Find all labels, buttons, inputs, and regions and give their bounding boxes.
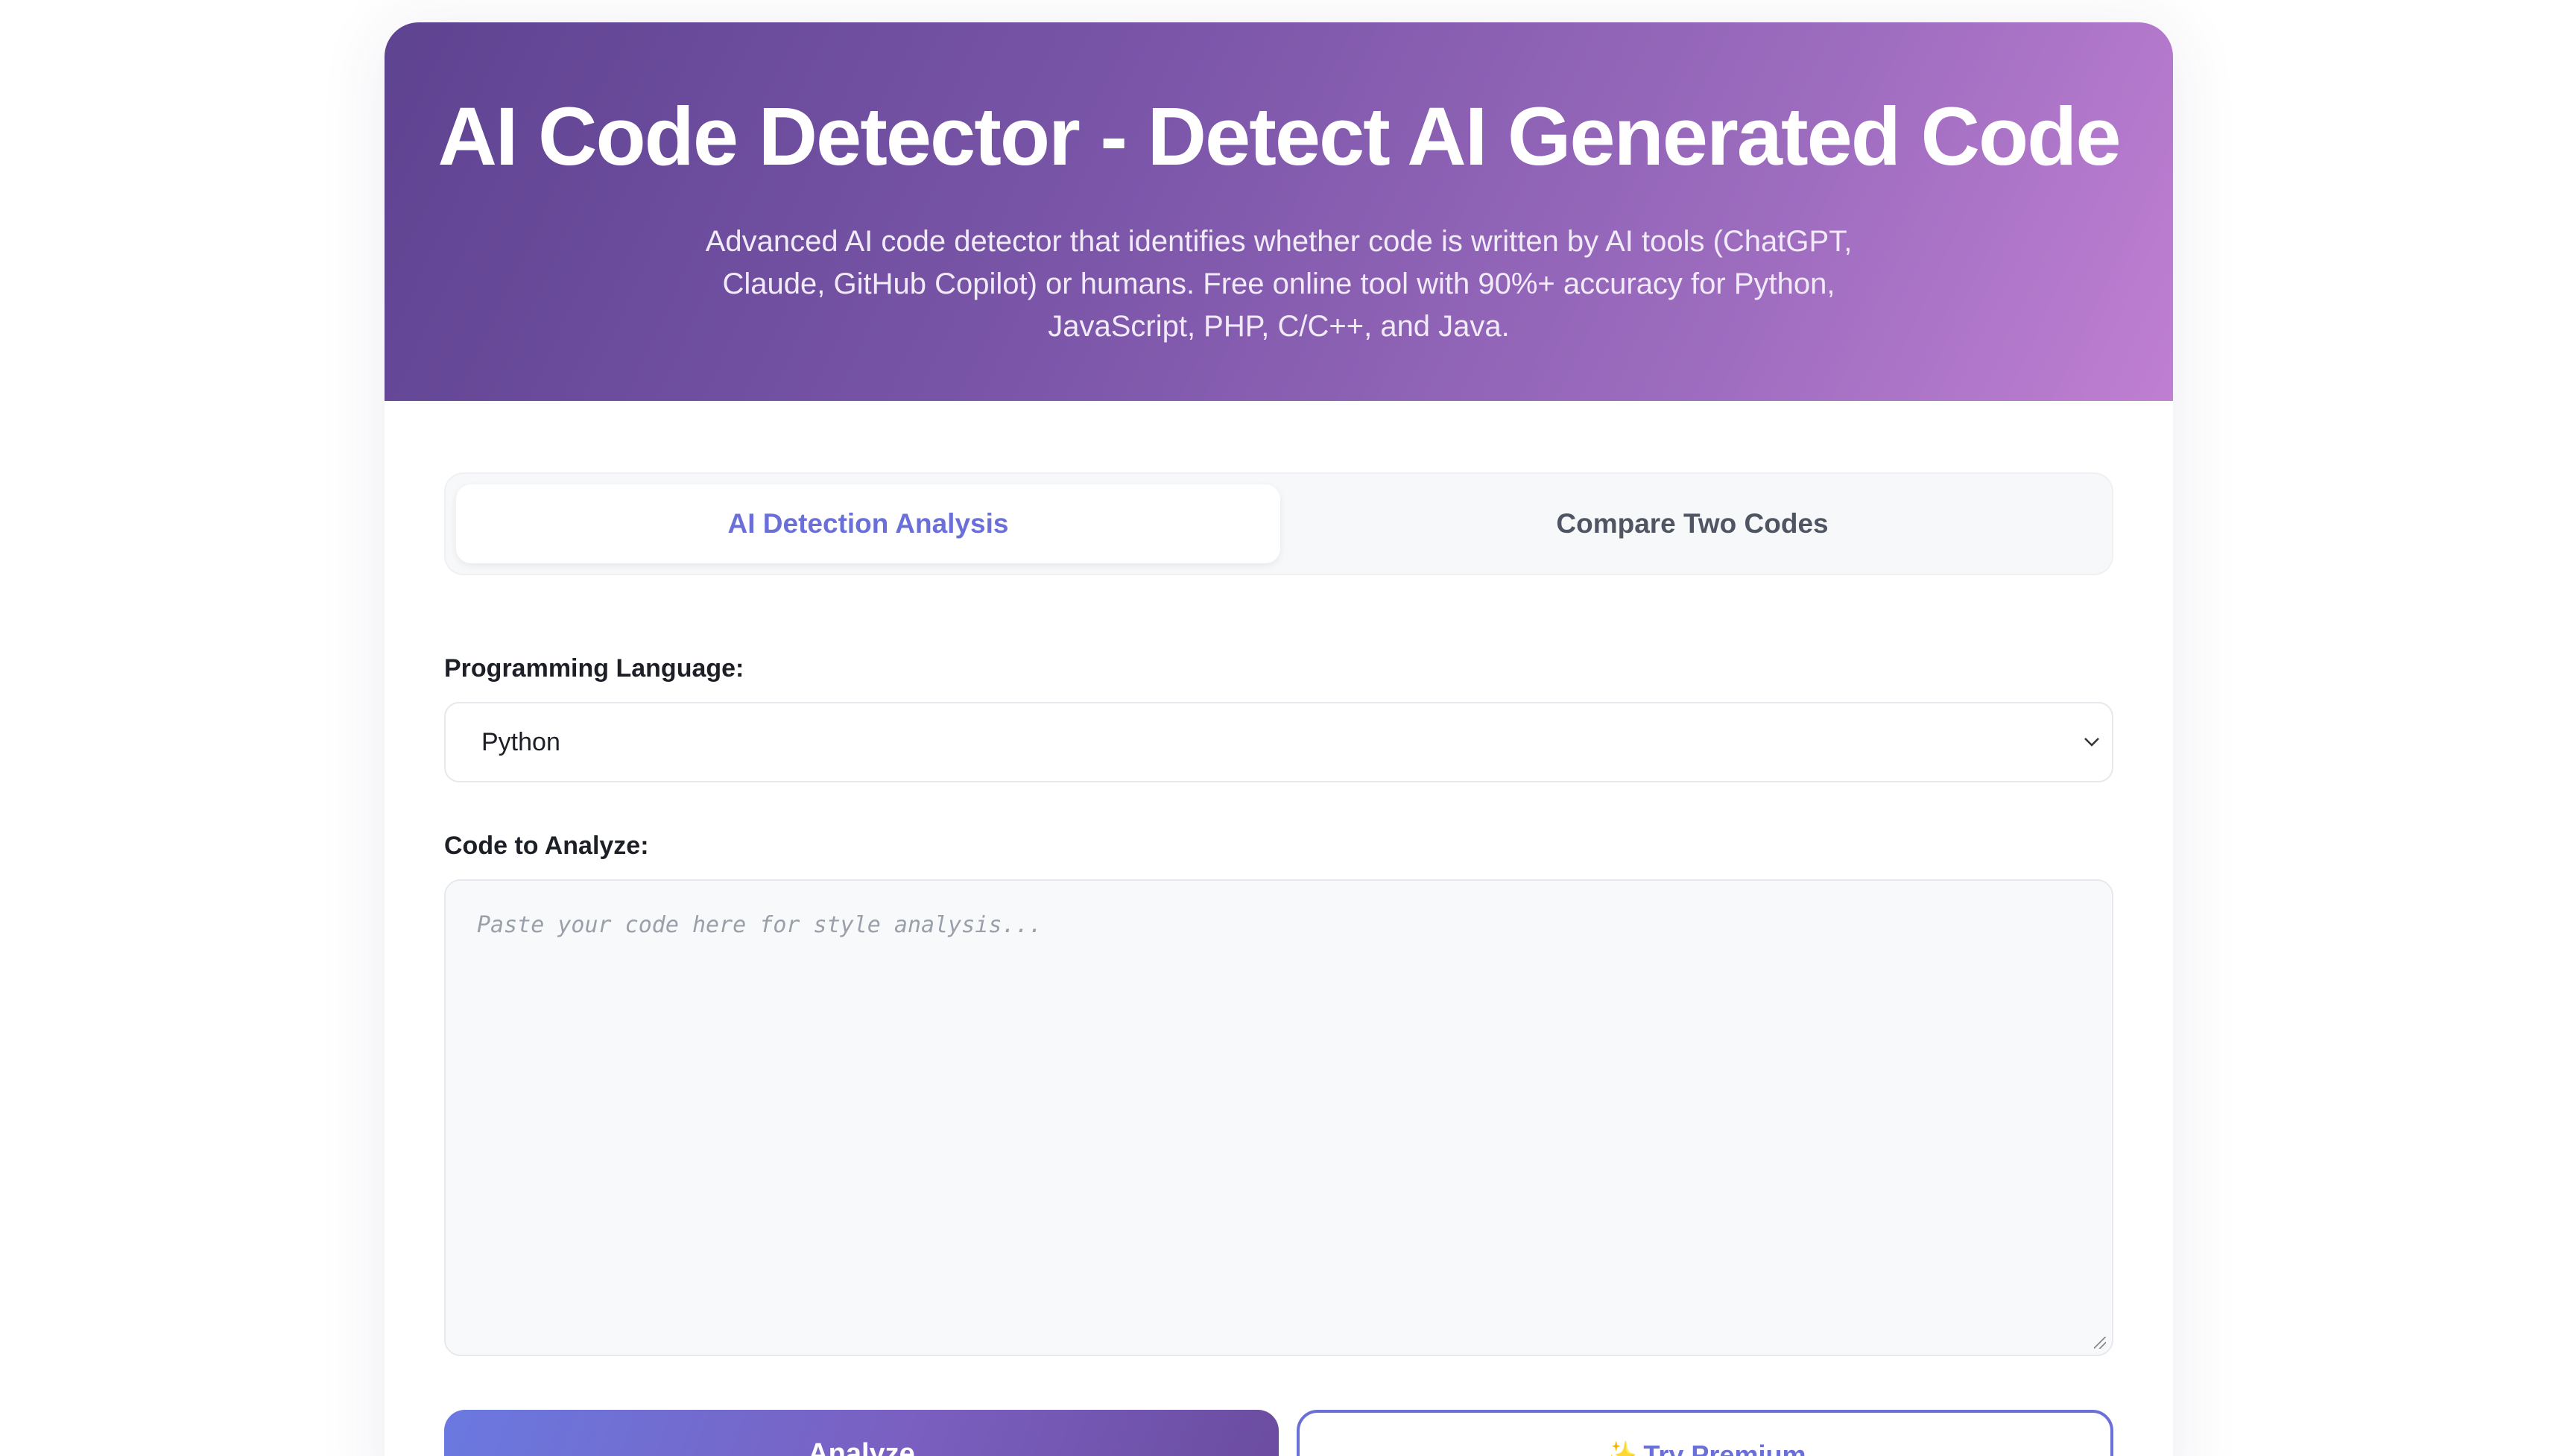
analyze-button[interactable]: Analyze [444,1410,1279,1456]
chevron-down-icon [2082,727,2101,757]
analyze-button-label: Analyze [808,1438,915,1456]
page-title: AI Code Detector - Detect AI Generated C… [437,91,2121,183]
try-premium-button[interactable]: ✨ Try Premium [1297,1410,2113,1456]
mode-tabs: AI Detection Analysis Compare Two Codes [444,472,2113,575]
language-selected-value: Python [481,727,560,756]
try-premium-label: Try Premium [1643,1440,1806,1456]
tab-compare-two-codes[interactable]: Compare Two Codes [1280,484,2104,563]
resize-handle-icon[interactable] [2094,1337,2106,1349]
main-card: AI Code Detector - Detect AI Generated C… [385,22,2173,1456]
code-input[interactable] [446,881,2112,1355]
code-input-container [444,879,2113,1356]
sparkles-icon: ✨ [1604,1440,1638,1456]
page-description: Advanced AI code detector that identifie… [705,225,1853,343]
tab-ai-detection-analysis[interactable]: AI Detection Analysis [456,484,1280,563]
page: AI Code Detector - Detect AI Generated C… [0,0,2559,1456]
language-label: Programming Language: [444,654,744,683]
hero-banner: AI Code Detector - Detect AI Generated C… [385,22,2173,401]
language-select[interactable]: Python [444,702,2113,782]
code-label: Code to Analyze: [444,832,649,860]
